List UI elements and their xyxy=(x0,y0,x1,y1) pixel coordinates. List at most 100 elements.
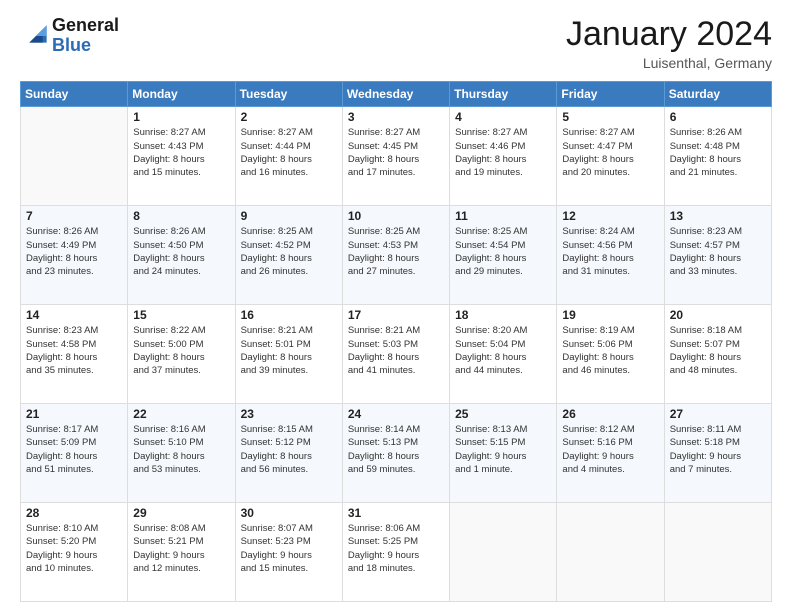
day-detail: Sunrise: 8:25 AM Sunset: 4:54 PM Dayligh… xyxy=(455,225,551,278)
header: General Blue January 2024 Luisenthal, Ge… xyxy=(20,16,772,71)
day-number: 11 xyxy=(455,209,551,223)
day-detail: Sunrise: 8:21 AM Sunset: 5:03 PM Dayligh… xyxy=(348,324,444,377)
weekday-header-thursday: Thursday xyxy=(450,82,557,107)
day-number: 5 xyxy=(562,110,658,124)
calendar-cell xyxy=(557,503,664,602)
calendar-cell: 5Sunrise: 8:27 AM Sunset: 4:47 PM Daylig… xyxy=(557,107,664,206)
day-number: 3 xyxy=(348,110,444,124)
calendar-cell: 1 Sunrise: 8:27 AM Sunset: 4:43 PM Daylig… xyxy=(128,107,235,206)
day-number: 1 xyxy=(133,110,229,124)
calendar-cell: 9 Sunrise: 8:25 AM Sunset: 4:52 PM Daylig… xyxy=(235,206,342,305)
calendar-cell: 2 Sunrise: 8:27 AM Sunset: 4:44 PM Daylig… xyxy=(235,107,342,206)
day-number: 17 xyxy=(348,308,444,322)
calendar-cell: 25 Sunrise: 8:13 AM Sunset: 5:15 PM Dayli… xyxy=(450,404,557,503)
day-detail: Sunrise: 8:22 AM Sunset: 5:00 PM Dayligh… xyxy=(133,324,229,377)
calendar-cell: 29 Sunrise: 8:08 AM Sunset: 5:21 PM Dayli… xyxy=(128,503,235,602)
day-detail: Sunrise: 8:19 AM Sunset: 5:06 PM Dayligh… xyxy=(562,324,658,377)
calendar-cell: 31 Sunrise: 8:06 AM Sunset: 5:25 PM Dayli… xyxy=(342,503,449,602)
calendar-cell: 15 Sunrise: 8:22 AM Sunset: 5:00 PM Dayli… xyxy=(128,305,235,404)
calendar-cell xyxy=(21,107,128,206)
calendar-cell: 10 Sunrise: 8:25 AM Sunset: 4:53 PM Dayli… xyxy=(342,206,449,305)
day-number: 22 xyxy=(133,407,229,421)
day-number: 18 xyxy=(455,308,551,322)
calendar-cell: 3 Sunrise: 8:27 AM Sunset: 4:45 PM Daylig… xyxy=(342,107,449,206)
day-number: 16 xyxy=(241,308,337,322)
day-number: 12 xyxy=(562,209,658,223)
day-number: 21 xyxy=(26,407,122,421)
day-detail: Sunrise: 8:25 AM Sunset: 4:52 PM Dayligh… xyxy=(241,225,337,278)
weekday-header-friday: Friday xyxy=(557,82,664,107)
day-number: 19 xyxy=(562,308,658,322)
location: Luisenthal, Germany xyxy=(566,55,772,71)
title-block: January 2024 Luisenthal, Germany xyxy=(566,16,772,71)
calendar-cell: 18Sunrise: 8:20 AM Sunset: 5:04 PM Dayli… xyxy=(450,305,557,404)
day-detail: Sunrise: 8:27 AM Sunset: 4:45 PM Dayligh… xyxy=(348,126,444,179)
weekday-header-monday: Monday xyxy=(128,82,235,107)
day-number: 25 xyxy=(455,407,551,421)
week-row-5: 28 Sunrise: 8:10 AM Sunset: 5:20 PM Dayli… xyxy=(21,503,772,602)
day-detail: Sunrise: 8:26 AM Sunset: 4:49 PM Dayligh… xyxy=(26,225,122,278)
calendar-cell: 20 Sunrise: 8:18 AM Sunset: 5:07 PM Dayli… xyxy=(664,305,771,404)
day-detail: Sunrise: 8:06 AM Sunset: 5:25 PM Dayligh… xyxy=(348,522,444,575)
day-detail: Sunrise: 8:10 AM Sunset: 5:20 PM Dayligh… xyxy=(26,522,122,575)
calendar-cell: 19 Sunrise: 8:19 AM Sunset: 5:06 PM Dayli… xyxy=(557,305,664,404)
day-number: 7 xyxy=(26,209,122,223)
day-number: 29 xyxy=(133,506,229,520)
day-detail: Sunrise: 8:26 AM Sunset: 4:48 PM Dayligh… xyxy=(670,126,766,179)
day-number: 10 xyxy=(348,209,444,223)
day-detail: Sunrise: 8:11 AM Sunset: 5:18 PM Dayligh… xyxy=(670,423,766,476)
weekday-header-wednesday: Wednesday xyxy=(342,82,449,107)
day-number: 15 xyxy=(133,308,229,322)
logo: General Blue xyxy=(20,16,119,56)
calendar-cell: 23 Sunrise: 8:15 AM Sunset: 5:12 PM Dayli… xyxy=(235,404,342,503)
calendar-cell: 12Sunrise: 8:24 AM Sunset: 4:56 PM Dayli… xyxy=(557,206,664,305)
calendar-cell xyxy=(450,503,557,602)
calendar-cell: 11 Sunrise: 8:25 AM Sunset: 4:54 PM Dayli… xyxy=(450,206,557,305)
weekday-header-sunday: Sunday xyxy=(21,82,128,107)
day-detail: Sunrise: 8:13 AM Sunset: 5:15 PM Dayligh… xyxy=(455,423,551,476)
day-detail: Sunrise: 8:26 AM Sunset: 4:50 PM Dayligh… xyxy=(133,225,229,278)
day-detail: Sunrise: 8:21 AM Sunset: 5:01 PM Dayligh… xyxy=(241,324,337,377)
calendar-cell: 27Sunrise: 8:11 AM Sunset: 5:18 PM Dayli… xyxy=(664,404,771,503)
day-number: 9 xyxy=(241,209,337,223)
day-detail: Sunrise: 8:12 AM Sunset: 5:16 PM Dayligh… xyxy=(562,423,658,476)
calendar-cell: 22Sunrise: 8:16 AM Sunset: 5:10 PM Dayli… xyxy=(128,404,235,503)
day-detail: Sunrise: 8:18 AM Sunset: 5:07 PM Dayligh… xyxy=(670,324,766,377)
week-row-1: 1 Sunrise: 8:27 AM Sunset: 4:43 PM Daylig… xyxy=(21,107,772,206)
calendar-table: SundayMondayTuesdayWednesdayThursdayFrid… xyxy=(20,81,772,602)
month-title: January 2024 xyxy=(566,16,772,53)
calendar-cell: 17 Sunrise: 8:21 AM Sunset: 5:03 PM Dayli… xyxy=(342,305,449,404)
day-detail: Sunrise: 8:14 AM Sunset: 5:13 PM Dayligh… xyxy=(348,423,444,476)
day-number: 8 xyxy=(133,209,229,223)
day-detail: Sunrise: 8:27 AM Sunset: 4:46 PM Dayligh… xyxy=(455,126,551,179)
day-detail: Sunrise: 8:23 AM Sunset: 4:58 PM Dayligh… xyxy=(26,324,122,377)
calendar-cell: 16 Sunrise: 8:21 AM Sunset: 5:01 PM Dayli… xyxy=(235,305,342,404)
day-detail: Sunrise: 8:15 AM Sunset: 5:12 PM Dayligh… xyxy=(241,423,337,476)
day-number: 30 xyxy=(241,506,337,520)
weekday-header-tuesday: Tuesday xyxy=(235,82,342,107)
day-detail: Sunrise: 8:17 AM Sunset: 5:09 PM Dayligh… xyxy=(26,423,122,476)
logo-blue: Blue xyxy=(52,36,119,56)
day-number: 23 xyxy=(241,407,337,421)
day-detail: Sunrise: 8:08 AM Sunset: 5:21 PM Dayligh… xyxy=(133,522,229,575)
day-number: 31 xyxy=(348,506,444,520)
day-number: 13 xyxy=(670,209,766,223)
day-number: 4 xyxy=(455,110,551,124)
week-row-4: 21 Sunrise: 8:17 AM Sunset: 5:09 PM Dayli… xyxy=(21,404,772,503)
day-detail: Sunrise: 8:25 AM Sunset: 4:53 PM Dayligh… xyxy=(348,225,444,278)
day-number: 26 xyxy=(562,407,658,421)
calendar-cell: 24 Sunrise: 8:14 AM Sunset: 5:13 PM Dayli… xyxy=(342,404,449,503)
day-number: 28 xyxy=(26,506,122,520)
week-row-2: 7 Sunrise: 8:26 AM Sunset: 4:49 PM Daylig… xyxy=(21,206,772,305)
logo-general: General xyxy=(52,16,119,36)
day-detail: Sunrise: 8:07 AM Sunset: 5:23 PM Dayligh… xyxy=(241,522,337,575)
calendar-cell: 21 Sunrise: 8:17 AM Sunset: 5:09 PM Dayli… xyxy=(21,404,128,503)
day-detail: Sunrise: 8:27 AM Sunset: 4:43 PM Dayligh… xyxy=(133,126,229,179)
calendar-cell: 30 Sunrise: 8:07 AM Sunset: 5:23 PM Dayli… xyxy=(235,503,342,602)
day-number: 2 xyxy=(241,110,337,124)
day-detail: Sunrise: 8:27 AM Sunset: 4:44 PM Dayligh… xyxy=(241,126,337,179)
day-number: 20 xyxy=(670,308,766,322)
day-number: 14 xyxy=(26,308,122,322)
day-number: 24 xyxy=(348,407,444,421)
calendar-cell xyxy=(664,503,771,602)
